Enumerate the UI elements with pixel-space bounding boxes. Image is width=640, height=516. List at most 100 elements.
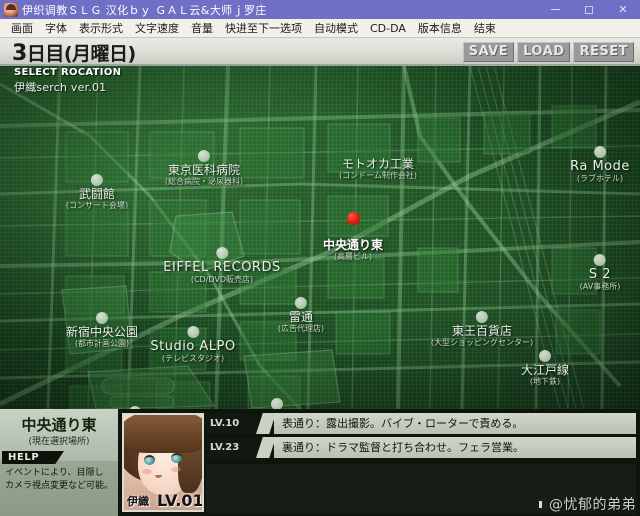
window-title: 伊织调教ＳＬＧ 汉化ｂｙ ＧＡＬ云&大师ｊ罗庄 (22, 2, 267, 18)
book-icon (537, 499, 546, 510)
location-marker-icon (187, 326, 199, 338)
city-map[interactable]: SELECT ROCATION 伊織serch ver.01 東京医科病院 (総… (0, 66, 640, 409)
location-sub: (総合病院・泌尿器科) (165, 178, 243, 187)
location-sub: (都市計画公園) (66, 340, 138, 349)
location-sub: (コンドーム制作会社) (339, 172, 417, 181)
map-location-touou-department-store[interactable]: 東王百貨店 (大型ショッピングセンター) (431, 311, 533, 347)
menu-item-font[interactable]: 字体 (39, 19, 73, 37)
map-location-oedo-line[interactable]: 大江戸線 (地下鉄) (521, 350, 569, 386)
load-button[interactable]: LOAD (517, 42, 570, 62)
bottom-panel: 中央通り東 (現在選択場所) HELP イベントにより、目隠し カメラ視点変更な… (0, 409, 640, 516)
location-name: 中央通り東 (323, 239, 383, 252)
menu-item-cd-da[interactable]: CD-DA (364, 21, 412, 36)
map-location-sports-ground[interactable]: 総合体育運動場 (サッカー場) (93, 406, 177, 409)
event-slant-divider (256, 413, 276, 434)
menu-item-volume[interactable]: 音量 (185, 19, 219, 37)
map-location-chuo-dori-higashi[interactable]: 中央通り東 (高層ビル) (323, 212, 383, 261)
event-slant-divider (256, 437, 276, 458)
event-row[interactable]: LV.10 表通り：露出撮影。バイブ・ローターで責める。 (206, 413, 636, 434)
location-marker-icon (295, 297, 307, 309)
watermark: @忧郁的弟弟 (537, 494, 636, 514)
location-sub: (コンサート会場) (66, 202, 128, 211)
close-button[interactable]: ✕ (606, 0, 640, 19)
portrait-eye-right (171, 453, 182, 463)
menu-bar: 画面 字体 表示形式 文字速度 音量 快进至下一选项 自动模式 CD-DA 版本… (0, 19, 640, 38)
event-description: 裏通り：ドラマ監督と打ち合わせ。フェラ営業。 (274, 437, 636, 458)
location-sub: (地下鉄) (521, 378, 569, 387)
map-location-shiritsu-gakuen[interactable]: 私立溢曲学園 (男女共学本館別館) (241, 398, 313, 409)
menu-item-exit[interactable]: 结束 (468, 19, 502, 37)
portrait-bangs (122, 413, 204, 453)
day-number: 3 (12, 41, 27, 66)
help-text: イベントにより、目隠し カメラ視点変更など可能。 (5, 467, 115, 493)
map-location-raitsu[interactable]: 雷通 (広告代理店) (278, 297, 324, 333)
location-sub: (AV事務所) (580, 283, 621, 292)
maximize-button[interactable] (572, 0, 606, 19)
menu-item-display-mode[interactable]: 表示形式 (73, 19, 129, 37)
character-portrait[interactable]: 伊織 LV.01 (122, 413, 204, 512)
character-name: 伊織 (127, 493, 149, 509)
location-name: 雷通 (278, 311, 324, 324)
help-tab: HELP (2, 451, 64, 464)
portrait-blush-right (171, 467, 181, 472)
location-marker-icon (216, 247, 228, 259)
minimize-button[interactable] (538, 0, 572, 19)
map-mode-version: 伊織serch ver.01 (14, 79, 121, 95)
location-name: EIFFEL RECORDS (163, 261, 280, 275)
map-location-ra-mode[interactable]: Ra Mode (ラブホテル) (570, 146, 630, 183)
location-sub: (高層ビル) (323, 253, 383, 262)
current-location-sub: (現在選択場所) (0, 434, 118, 447)
location-marker-icon (594, 146, 606, 158)
menu-item-text-speed[interactable]: 文字速度 (129, 19, 185, 37)
location-name: 大江戸線 (521, 364, 569, 377)
title-bar: 伊织调教ＳＬＧ 汉化ｂｙ ＧＡＬ云&大师ｊ罗庄 ✕ (0, 0, 640, 19)
character-level: LV.01 (157, 491, 204, 510)
menu-item-auto-mode[interactable]: 自动模式 (308, 19, 364, 37)
location-marker-icon (198, 150, 210, 162)
application-window: 伊织调教ＳＬＧ 汉化ｂｙ ＧＡＬ云&大师ｊ罗庄 ✕ 画面 字体 表示形式 文字速… (0, 0, 640, 516)
location-name: 東京医科病院 (165, 164, 243, 177)
location-marker-icon (271, 398, 283, 409)
selected-location-marker-icon (346, 212, 359, 225)
help-label: HELP (8, 451, 39, 464)
close-icon: ✕ (618, 4, 627, 15)
map-mode-header: SELECT ROCATION 伊織serch ver.01 (14, 67, 121, 95)
current-location-name: 中央通り東 (0, 414, 118, 435)
day-text: 日目(月曜日) (27, 43, 136, 65)
location-marker-icon (594, 254, 606, 266)
app-icon (4, 3, 18, 17)
save-button[interactable]: SAVE (463, 42, 514, 62)
map-location-shinjuku-chuo-park[interactable]: 新宿中央公園 (都市計画公園) (66, 312, 138, 348)
game-header: 3日目(月曜日) SAVE LOAD RESET (0, 38, 640, 66)
map-location-butoukan[interactable]: 武闘館 (コンサート会場) (66, 174, 128, 210)
event-list: LV.10 表通り：露出撮影。バイブ・ローターで責める。 LV.23 裏通り：ド… (206, 413, 636, 461)
help-line-1: イベントにより、目隠し (5, 467, 115, 480)
location-name: Studio ALPO (150, 340, 235, 354)
map-location-s2[interactable]: S 2 (AV事務所) (580, 254, 621, 291)
map-location-studio-alpo[interactable]: Studio ALPO (テレビスタジオ) (150, 326, 235, 363)
location-marker-icon (476, 311, 488, 323)
menu-item-screen[interactable]: 画面 (5, 19, 39, 37)
map-mode-title: SELECT ROCATION (14, 67, 121, 78)
location-marker-icon (539, 350, 551, 362)
location-name: S 2 (580, 268, 621, 282)
day-counter: 3日目(月曜日) (12, 39, 136, 66)
event-row[interactable]: LV.23 裏通り：ドラマ監督と打ち合わせ。フェラ営業。 (206, 437, 636, 458)
map-location-tokyo-hospital[interactable]: 東京医科病院 (総合病院・泌尿器科) (165, 150, 243, 186)
event-description: 表通り：露出撮影。バイブ・ローターで責める。 (274, 413, 636, 434)
menu-item-version-info[interactable]: 版本信息 (412, 19, 468, 37)
current-location-panel: 中央通り東 (現在選択場所) HELP イベントにより、目隠し カメラ視点変更な… (0, 409, 118, 516)
map-location-eiffel-records[interactable]: EIFFEL RECORDS (CD/DVD販売店) (163, 247, 280, 284)
map-location-motooka-kogyo[interactable]: モトオカ工業 (コンドーム制作会社) (339, 158, 417, 180)
location-name: モトオカ工業 (339, 158, 417, 171)
event-level: LV.23 (206, 437, 258, 458)
reset-button[interactable]: RESET (573, 42, 634, 62)
location-name: 武闘館 (66, 188, 128, 201)
maximize-icon (585, 6, 593, 14)
menu-item-skip-to-next-choice[interactable]: 快进至下一选项 (219, 19, 308, 37)
help-line-2: カメラ視点変更など可能。 (5, 480, 115, 493)
location-marker-icon (129, 406, 141, 409)
location-marker-icon (91, 174, 103, 186)
location-sub: (テレビスタジオ) (150, 355, 235, 364)
location-sub: (CD/DVD販売店) (163, 276, 280, 285)
